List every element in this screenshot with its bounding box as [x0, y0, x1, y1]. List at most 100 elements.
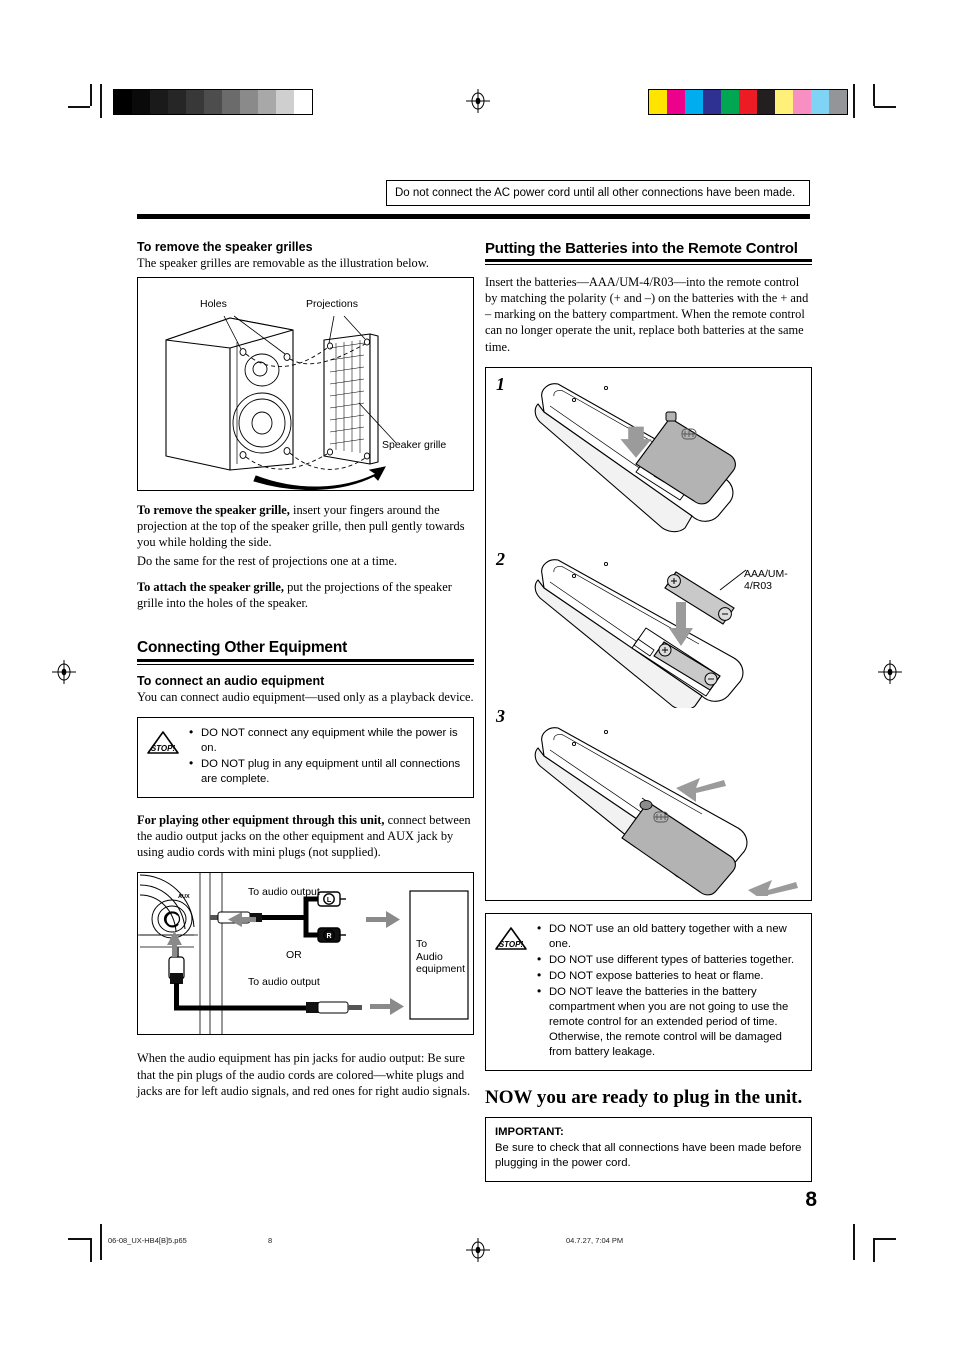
connect-audio-equipment-heading: To connect an audio equipment [137, 673, 325, 688]
aux-figure-label-to-audio-output-bottom: To audio output [248, 976, 320, 989]
batteries-heading: Putting the Batteries into the Remote Co… [485, 240, 798, 257]
speaker-figure-label-projections: Projections [306, 298, 358, 311]
connection-arrows [167, 911, 404, 1016]
stop-icon: STOP! [494, 922, 528, 1061]
color-patch-5 [739, 90, 757, 114]
step-number-3: 3 [496, 705, 505, 726]
svg-text:STOP!: STOP! [499, 940, 524, 949]
color-calibration-bar [648, 89, 848, 115]
aux-figure-label-equipment-line1: To [416, 938, 428, 951]
battery-loose [664, 570, 735, 625]
step-number-1: 1 [496, 373, 505, 394]
battery-label-leader [719, 569, 747, 590]
equipment-caution-list: DO NOT connect any equipment while the p… [188, 725, 464, 788]
connect-audio-equipment-body: You can connect audio equipment—used onl… [137, 689, 474, 704]
attach-grille-lead: To attach the speaker grille, [137, 579, 284, 594]
battery-caution-item-1: DO NOT use different types of batteries … [536, 952, 802, 968]
gray-patch-8 [258, 90, 276, 114]
remove-grille-extra: Do the same for the rest of projections … [137, 553, 398, 568]
playing-other-equipment-instruction: For playing other equipment through this… [137, 812, 474, 860]
speaker-grille-figure: Holes Projections Speaker grille [137, 277, 474, 492]
attach-grille-instruction: To attach the speaker grille, put the pr… [137, 579, 474, 611]
color-patch-4 [721, 90, 739, 114]
gray-patch-2 [150, 90, 168, 114]
grayscale-calibration-wedge [113, 89, 313, 115]
important-box: IMPORTANT: Be sure to check that all con… [485, 1116, 812, 1182]
remove-grille-lead: To remove the speaker grille, [137, 503, 290, 518]
playing-other-equipment-lead: For playing other equipment through this… [137, 813, 385, 828]
color-patch-0 [649, 90, 667, 114]
aux-figure-label-equipment-line2: Audio equipment [416, 951, 466, 976]
battery-caution-item-2: DO NOT expose batteries to heat or flame… [536, 968, 802, 984]
battery-type-label: AAA/UM-4/R03 [744, 567, 788, 592]
speaker-grilles-intro: The speaker grilles are removable as the… [137, 256, 429, 270]
color-patch-8 [793, 90, 811, 114]
registration-target-left [52, 660, 76, 684]
remote-step1-illustration [534, 382, 736, 532]
remote-battery-steps-figure: 1 2 AAA/UM-4/R03 3 [485, 366, 812, 901]
speaker-grilles-heading: To remove the speaker grilles [137, 240, 313, 254]
gray-patch-4 [186, 90, 204, 114]
gray-patch-0 [114, 90, 132, 114]
connecting-other-equipment-heading: Connecting Other Equipment [137, 638, 348, 656]
gray-patch-7 [240, 90, 258, 114]
aux-connection-figure: AUX L R To audio output OR To audio outp… [137, 872, 474, 1036]
section-rule-thin [137, 663, 474, 665]
batteries-intro: Insert the batteries—AAA/UM-4/R03—into t… [485, 275, 809, 354]
important-body: Be sure to check that all connections ha… [495, 1142, 802, 1170]
pin-jack-note: When the audio equipment has pin jacks f… [137, 1051, 471, 1098]
footer-filename: 06-08_UX-HB4[B]5.p65 [108, 1236, 187, 1245]
color-patch-7 [775, 90, 793, 114]
crop-mark-top-left-inner [95, 84, 109, 120]
rca-plug-left-label: L [327, 897, 332, 904]
aux-jack-label: AUX [178, 894, 190, 900]
footer-timestamp: 04.7.27, 7:04 PM [566, 1236, 624, 1245]
equipment-caution-box: STOP! DO NOT connect any equipment while… [137, 717, 474, 799]
batteries-rule-thick [485, 259, 812, 262]
color-patch-9 [811, 90, 829, 114]
gray-patch-1 [132, 90, 150, 114]
gray-patch-5 [204, 90, 222, 114]
registration-target-top [466, 89, 490, 113]
now-ready-heading: NOW you are ready to plug in the unit. [485, 1086, 803, 1108]
color-patch-10 [829, 90, 847, 114]
crop-mark-top-right-inner [847, 84, 861, 120]
gray-patch-3 [168, 90, 186, 114]
remove-grille-instruction: To remove the speaker grille, insert you… [137, 502, 474, 550]
color-patch-3 [703, 90, 721, 114]
aux-figure-label-to-audio-output-top: To audio output [248, 886, 320, 899]
section-rule-thick [137, 658, 474, 662]
important-title: IMPORTANT: [495, 1125, 564, 1138]
batteries-rule-thin [485, 264, 812, 265]
ac-power-cord-note: Do not connect the AC power cord until a… [386, 180, 810, 206]
gray-patch-9 [276, 90, 294, 114]
step-number-2: 2 [496, 548, 505, 569]
rca-plug-right-label: R [326, 933, 331, 940]
aux-figure-label-or: OR [286, 949, 302, 962]
gray-patch-10 [294, 90, 312, 114]
equipment-caution-item-0: DO NOT connect any equipment while the p… [188, 725, 464, 756]
equipment-caution-item-1: DO NOT plug in any equipment until all c… [188, 756, 464, 787]
color-patch-2 [685, 90, 703, 114]
print-footer: 06-08_UX-HB4[B]5.p65 8 04.7.27, 7:04 PM [0, 1236, 954, 1250]
speaker-figure-label-speaker-grille: Speaker grille [382, 439, 447, 452]
ac-power-cord-note-text: Do not connect the AC power cord until a… [395, 187, 796, 199]
color-patch-6 [757, 90, 775, 114]
stop-icon: STOP! [146, 726, 180, 788]
gray-patch-6 [222, 90, 240, 114]
registration-target-right [878, 660, 902, 684]
battery-caution-item-3: DO NOT leave the batteries in the batter… [536, 984, 802, 1060]
remote-step3-illustration [534, 726, 798, 896]
header-rule [137, 214, 810, 219]
left-column: To remove the speaker grilles The speake… [137, 240, 474, 1108]
manual-page: Do not connect the AC power cord until a… [0, 0, 954, 1353]
rotation-arrow-icon [253, 466, 386, 491]
color-patch-1 [667, 90, 685, 114]
svg-text:STOP!: STOP! [151, 744, 176, 753]
speaker-figure-label-holes: Holes [200, 298, 227, 311]
footer-page-label: 8 [268, 1236, 273, 1245]
crop-mark-top-right [860, 84, 896, 120]
aux-cable-rca: L R [210, 891, 346, 944]
right-column: Putting the Batteries into the Remote Co… [485, 240, 812, 1182]
battery-caution-box: STOP! DO NOT use an old battery together… [485, 912, 812, 1071]
